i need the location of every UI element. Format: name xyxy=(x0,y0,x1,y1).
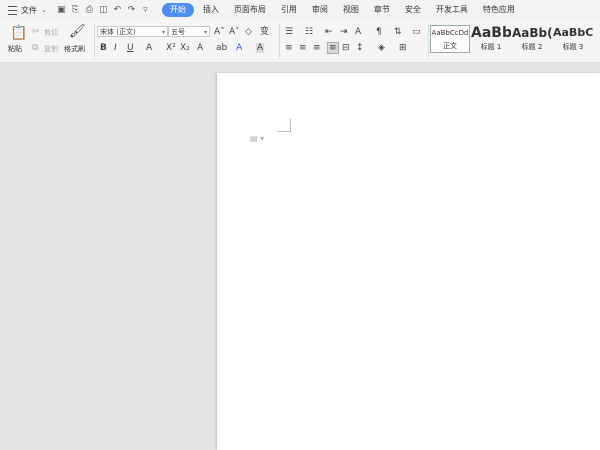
style-preview: AaBb xyxy=(471,25,511,41)
subscript-icon[interactable]: X₂ xyxy=(180,43,190,53)
font-group: 宋体 (正文) ▾ 五号 ▾ A˄ A˅ ◇ 变 B I U A X² X₂ A… xyxy=(96,20,278,62)
bold-icon[interactable]: B xyxy=(100,43,107,53)
tab-insert[interactable]: 插入 xyxy=(197,3,225,17)
chinese-layout-icon[interactable]: A xyxy=(355,27,361,37)
show-marks-icon[interactable]: ¶ xyxy=(376,27,382,37)
bullet-list-icon[interactable]: ☰ xyxy=(285,27,293,37)
style-heading-2[interactable]: AaBb( 标题 2 xyxy=(512,25,552,53)
styles-gallery: AaBbCcDd 正文 AaBb 标题 1 AaBb( 标题 2 AaBbC 标… xyxy=(430,25,600,55)
cut-icon[interactable]: ✂ xyxy=(32,27,40,37)
superscript-icon[interactable]: X² xyxy=(166,43,176,53)
font-size-value: 五号 xyxy=(171,28,185,36)
tab-developer[interactable]: 开发工具 xyxy=(430,3,474,17)
style-preview: AaBbCcDd xyxy=(431,29,469,37)
document-page[interactable]: ▤ ▾ xyxy=(217,73,600,450)
chevron-down-icon: ▾ xyxy=(203,29,207,36)
style-normal[interactable]: AaBbCcDd 正文 xyxy=(430,25,470,53)
separator xyxy=(428,24,429,58)
format-painter-button[interactable]: 格式刷 xyxy=(64,44,85,54)
chevron-down-icon: ⌄ xyxy=(41,6,47,14)
tab-chapter[interactable]: 章节 xyxy=(368,3,396,17)
menu-bar: 文件 ⌄ ▣ ⎘ ⎙ ◫ ↶ ↷ ▿ 开始 插入 页面布局 引用 审阅 视图 章… xyxy=(0,0,600,20)
grow-font-icon[interactable]: A˄ xyxy=(214,27,225,37)
print-preview-icon[interactable]: ◫ xyxy=(99,5,108,15)
justify-icon[interactable]: ≡ xyxy=(327,42,339,54)
file-menu[interactable]: 文件 ⌄ xyxy=(0,0,53,20)
strikethrough-icon[interactable]: A xyxy=(146,43,152,53)
tab-home[interactable]: 开始 xyxy=(161,3,194,17)
style-name: 标题 1 xyxy=(480,43,502,51)
copy-button[interactable]: 复制 xyxy=(44,44,58,54)
quick-access-toolbar: ▣ ⎘ ⎙ ◫ ↶ ↷ ▿ xyxy=(57,5,150,15)
format-painter-icon[interactable]: 🖌 xyxy=(69,25,86,38)
distribute-icon[interactable]: ⊟ xyxy=(342,43,350,53)
redo-icon[interactable]: ↷ xyxy=(127,5,136,15)
cut-button[interactable]: 剪切 xyxy=(44,28,58,38)
decrease-indent-icon[interactable]: ⇤ xyxy=(325,27,333,37)
print-icon[interactable]: ⎙ xyxy=(85,5,94,15)
copy-icon[interactable]: ⧉ xyxy=(32,43,38,53)
text-effect-icon[interactable]: A xyxy=(197,43,203,53)
shading-icon[interactable]: ◈ xyxy=(378,43,385,53)
paste-icon[interactable]: 📋 xyxy=(10,26,27,40)
tab-page-layout[interactable]: 页面布局 xyxy=(228,3,272,17)
font-color-icon[interactable]: A xyxy=(236,43,242,53)
style-preview: AaBb( xyxy=(512,26,552,40)
file-menu-label: 文件 xyxy=(21,5,37,15)
paste-options-icon[interactable]: ▤ ▾ xyxy=(250,134,264,143)
style-name: 标题 2 xyxy=(521,43,543,51)
clear-format-icon[interactable]: ◇ xyxy=(245,27,252,37)
undo-icon[interactable]: ↶ xyxy=(113,5,122,15)
font-size-select[interactable]: 五号 ▾ xyxy=(168,26,210,37)
separator xyxy=(279,24,280,58)
style-preview: AaBbC xyxy=(553,26,593,39)
tab-review[interactable]: 审阅 xyxy=(306,3,334,17)
align-right-icon[interactable]: ≡ xyxy=(313,43,321,53)
style-name: 标题 3 xyxy=(562,43,584,51)
style-heading-1[interactable]: AaBb 标题 1 xyxy=(471,25,511,53)
sort-icon[interactable]: ⇅ xyxy=(394,27,402,37)
tab-special[interactable]: 特色应用 xyxy=(477,3,521,17)
ribbon-tabs: 开始 插入 页面布局 引用 审阅 视图 章节 安全 开发工具 特色应用 xyxy=(161,3,524,17)
border-icon[interactable]: ⊞ xyxy=(399,43,407,53)
style-name: 正文 xyxy=(443,42,457,50)
ribbon: 📋 粘贴 ✂ 剪切 ⧉ 复制 🖌 格式刷 宋体 (正文) ▾ 五号 ▾ A˄ A… xyxy=(0,20,600,63)
highlight-icon[interactable]: ab xyxy=(216,43,227,53)
convert-icon[interactable]: ⎘ xyxy=(71,5,80,15)
clipboard-group: 📋 粘贴 ✂ 剪切 ⧉ 复制 🖌 格式刷 xyxy=(0,20,92,62)
shrink-font-icon[interactable]: A˅ xyxy=(229,27,240,37)
paste-button[interactable]: 粘贴 xyxy=(8,44,22,54)
align-left-icon[interactable]: ≡ xyxy=(285,43,293,53)
save-icon[interactable]: ▣ xyxy=(57,5,66,15)
margin-corner-marker xyxy=(278,119,291,132)
customize-icon[interactable]: ▿ xyxy=(141,5,150,15)
char-shading-icon[interactable]: A xyxy=(256,43,265,53)
numbered-list-icon[interactable]: ☷ xyxy=(305,27,313,37)
increase-indent-icon[interactable]: ⇥ xyxy=(340,27,348,37)
phonetic-icon[interactable]: 变 xyxy=(260,27,269,37)
underline-icon[interactable]: U xyxy=(127,43,134,53)
hamburger-icon xyxy=(8,5,17,15)
italic-icon[interactable]: I xyxy=(114,43,117,53)
text-box-icon[interactable]: ▭ xyxy=(412,27,421,37)
tab-references[interactable]: 引用 xyxy=(275,3,303,17)
tab-security[interactable]: 安全 xyxy=(399,3,427,17)
style-heading-3[interactable]: AaBbC 标题 3 xyxy=(553,25,593,53)
font-name-value: 宋体 (正文) xyxy=(100,28,136,36)
line-spacing-icon[interactable]: ↕ xyxy=(356,43,364,53)
tab-view[interactable]: 视图 xyxy=(337,3,365,17)
paragraph-group: ☰ ☷ ⇤ ⇥ A ¶ ⇅ ▭ ≡ ≡ ≡ ≡ ⊟ ↕ ◈ ⊞ xyxy=(281,20,427,62)
chevron-down-icon: ▾ xyxy=(161,29,165,36)
align-center-icon[interactable]: ≡ xyxy=(299,43,307,53)
font-name-select[interactable]: 宋体 (正文) ▾ xyxy=(97,26,168,37)
separator xyxy=(94,24,95,58)
